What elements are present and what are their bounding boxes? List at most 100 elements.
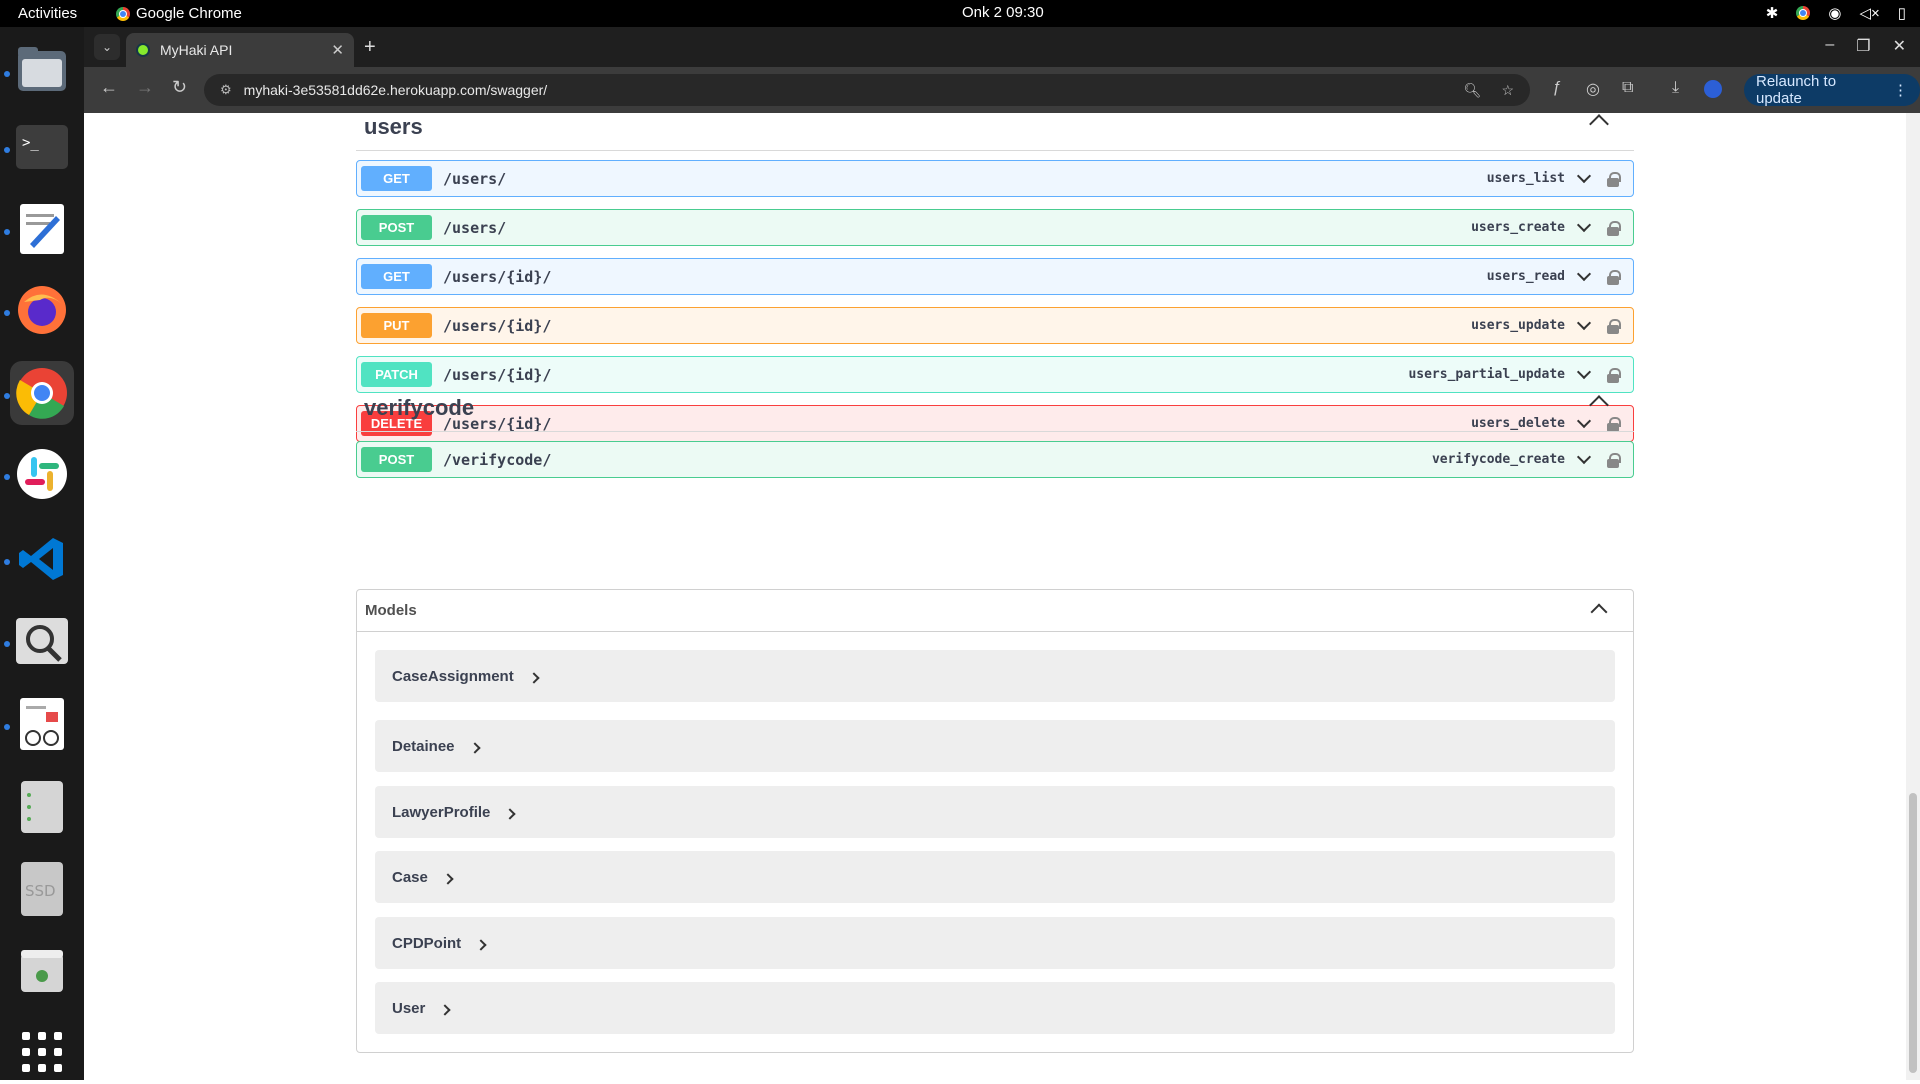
chrome-icon[interactable] [10, 361, 74, 425]
tab-myhaki-api[interactable]: MyHaki API ✕ [126, 33, 354, 67]
clock[interactable]: Onk 2 09:30 [962, 4, 1044, 21]
scrollbar[interactable] [1906, 113, 1920, 1080]
more-menu-icon[interactable]: ⋮ [1893, 81, 1908, 99]
chevron-down-icon[interactable] [1576, 364, 1592, 379]
tab-search-button[interactable]: ⌄ [94, 34, 120, 60]
chevron-right-icon[interactable] [439, 1003, 452, 1016]
text-editor-icon[interactable] [10, 197, 74, 261]
model-name: Detainee [392, 737, 455, 755]
wifi-icon[interactable]: ◉ [1828, 4, 1841, 22]
document-viewer-icon[interactable] [10, 692, 74, 756]
model-item[interactable]: Case [375, 851, 1615, 903]
maximize-icon[interactable]: ❐ [1856, 36, 1870, 56]
tab-title: MyHaki API [160, 42, 233, 58]
chevron-right-icon[interactable] [475, 938, 487, 951]
bookmark-star-icon[interactable]: ☆ [1501, 82, 1514, 99]
url-text[interactable]: myhaki-3e53581dd62e.herokuapp.com/swagge… [244, 82, 1464, 98]
downloads-icon[interactable]: ⤓ [1672, 79, 1679, 97]
terminal-icon[interactable]: >_ [10, 115, 74, 179]
lock-icon[interactable] [1607, 367, 1621, 383]
model-name: LawyerProfile [392, 803, 491, 821]
image-viewer-icon[interactable] [10, 609, 74, 673]
relaunch-to-update-button[interactable]: Relaunch to update ⋮ [1744, 73, 1920, 107]
lock-icon[interactable] [1607, 269, 1621, 285]
chevron-down-icon[interactable] [1576, 168, 1592, 183]
method-badge: GET [361, 264, 432, 289]
close-tab-icon[interactable]: ✕ [331, 41, 344, 59]
chevron-up-icon[interactable] [1590, 603, 1608, 621]
section-header[interactable]: verifycode [356, 384, 1634, 432]
chevron-down-icon[interactable] [1576, 315, 1592, 330]
firefox-icon[interactable] [10, 278, 74, 342]
operation-row[interactable]: GET/users/{id}/ users_read [356, 258, 1634, 295]
operation-id: users_list [1486, 171, 1565, 186]
minimize-icon[interactable]: – [1825, 36, 1834, 56]
model-item[interactable]: User [375, 982, 1615, 1034]
operation-id: verifycode_create [1431, 452, 1565, 467]
chevron-up-icon[interactable] [1589, 395, 1609, 415]
slack-tray-icon[interactable]: ✱ [1766, 4, 1779, 22]
app-grid-icon[interactable] [10, 1020, 74, 1084]
operation-id: users_read [1486, 269, 1565, 284]
system-top-bar: Activities Google Chrome Onk 2 09:30 ✱ ◉… [0, 0, 1920, 27]
method-badge: GET [361, 166, 432, 191]
activities-button[interactable]: Activities [18, 5, 77, 22]
method-badge: POST [361, 215, 432, 240]
back-icon[interactable]: ← [100, 77, 118, 98]
extensions-puzzle-icon[interactable]: ⧉ [1622, 79, 1633, 97]
chevron-right-icon[interactable] [504, 807, 517, 820]
slack-icon[interactable] [10, 442, 74, 506]
models-title: Models [365, 602, 417, 619]
ssd-icon[interactable]: SSD [10, 857, 74, 921]
battery-icon[interactable]: ▯ [1898, 4, 1906, 22]
section-verifycode: verifycode POST/verifycode/verifycode_cre… [356, 384, 1634, 478]
system-tray[interactable]: ✱ ◉ ◁× ▯ [1766, 4, 1906, 22]
chevron-down-icon[interactable] [1576, 217, 1592, 232]
relaunch-label: Relaunch to update [1756, 73, 1837, 107]
profile-avatar[interactable] [1704, 80, 1722, 98]
forward-icon[interactable]: → [136, 77, 154, 98]
server-icon[interactable] [10, 775, 74, 839]
zoom-icon[interactable]: 🔍︎ [1464, 82, 1482, 99]
lock-icon[interactable] [1607, 171, 1621, 187]
site-info-icon[interactable]: ⚙ [220, 82, 232, 98]
operation-row[interactable]: POST/verifycode/verifycode_create [356, 441, 1634, 478]
operation-id: users_update [1471, 318, 1565, 333]
endpoint-path: /users/{id}/ [443, 365, 552, 384]
model-item[interactable]: Detainee [375, 720, 1615, 772]
extension-fx-icon[interactable]: ƒ [1552, 79, 1561, 97]
app-name: Google Chrome [136, 5, 242, 22]
scrollbar-thumb[interactable] [1909, 793, 1917, 1073]
section-header[interactable]: users [356, 113, 1634, 151]
lock-icon[interactable] [1607, 452, 1621, 468]
address-bar[interactable]: ⚙ myhaki-3e53581dd62e.herokuapp.com/swag… [204, 74, 1530, 106]
trash-icon[interactable] [10, 939, 74, 1003]
chevron-down-icon[interactable] [1576, 266, 1592, 281]
section-title: verifycode [364, 394, 475, 420]
app-menu[interactable]: Google Chrome [116, 5, 242, 22]
model-item[interactable]: CaseAssignment [375, 650, 1615, 702]
models-header[interactable]: Models [357, 590, 1633, 632]
chevron-right-icon[interactable] [442, 872, 454, 885]
chevron-down-icon[interactable] [1576, 449, 1592, 464]
new-tab-button[interactable]: + [364, 36, 376, 59]
lock-icon[interactable] [1607, 318, 1621, 334]
operation-row[interactable]: POST/users/users_create [356, 209, 1634, 246]
model-item[interactable]: LawyerProfile [375, 786, 1615, 838]
operation-row[interactable]: GET/users/users_list [356, 160, 1634, 197]
lock-icon[interactable] [1607, 220, 1621, 236]
chevron-right-icon[interactable] [468, 741, 481, 754]
reload-icon[interactable]: ↻ [172, 77, 187, 98]
chevron-up-icon[interactable] [1589, 114, 1609, 134]
extension-icon[interactable]: ◎ [1586, 79, 1600, 99]
endpoint-path: /users/{id}/ [443, 316, 552, 335]
files-icon[interactable] [10, 37, 74, 101]
close-window-icon[interactable]: ✕ [1893, 36, 1906, 56]
volume-muted-icon[interactable]: ◁× [1859, 4, 1879, 22]
vscode-icon[interactable] [10, 527, 74, 591]
model-item[interactable]: CPDPoint [375, 917, 1615, 969]
endpoint-path: /users/{id}/ [443, 267, 552, 286]
chevron-right-icon[interactable] [528, 671, 540, 684]
chrome-tray-icon[interactable] [1796, 6, 1811, 20]
operation-row[interactable]: PUT/users/{id}/ users_update [356, 307, 1634, 344]
